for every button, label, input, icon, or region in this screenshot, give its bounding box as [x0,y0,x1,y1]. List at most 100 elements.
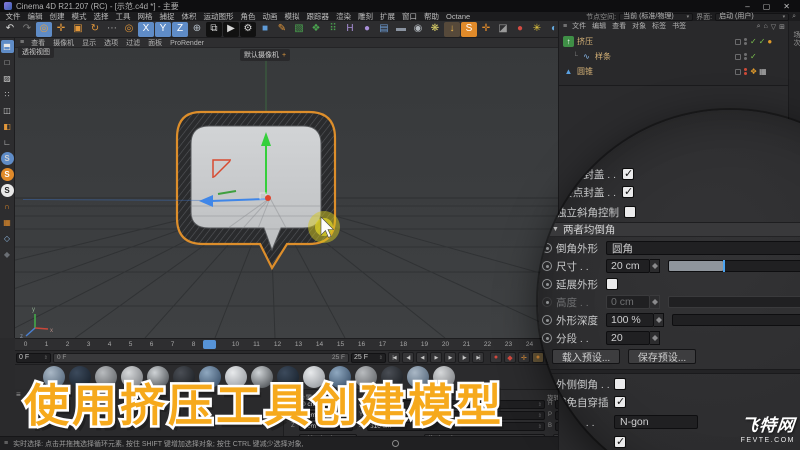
enabled-check-icon[interactable]: ✓ [759,37,766,46]
floor-icon[interactable]: ▬ [393,22,409,37]
next-frame-button[interactable]: ▶ [443,352,456,363]
om-burger-icon[interactable]: ≡ [563,23,567,30]
enabled-check-icon[interactable]: ✓ [750,37,757,46]
menu-item[interactable]: 工具 [112,12,134,21]
previous-frame-button[interactable]: ◀ [415,352,428,363]
play-button[interactable]: ▶ [429,352,442,363]
bevel-shape-dropdown[interactable]: 圆角 [606,241,800,255]
viewport-menu-item[interactable]: 过滤 [122,40,144,47]
ngon-type-dropdown[interactable]: N-gon [614,415,698,429]
size-field[interactable]: 20 cm [606,259,650,273]
om-menu-item[interactable]: 对象 [629,22,649,31]
x-axis-lock-icon[interactable]: X [138,21,154,37]
workplane-tool-icon[interactable]: ◪ [495,22,511,37]
om-menu-item[interactable]: 标签 [649,22,669,31]
layer-square[interactable] [735,53,741,60]
menu-item[interactable]: 捕捉 [156,12,178,21]
enabled-check-icon[interactable]: ✓ [750,52,757,61]
camera-icon[interactable]: ◉ [410,22,426,37]
depth-stepper[interactable] [654,313,664,327]
om-filter-icon[interactable]: ▽ [771,23,776,31]
render-picture-viewer-icon[interactable]: ▶ [223,21,239,37]
previous-key-button[interactable]: ◀| [401,352,414,363]
cloner-icon[interactable]: ⠿ [325,22,341,37]
spline-pen-icon[interactable]: ✎ [274,22,290,37]
object-row-extrude[interactable]: ↑ 挤压 ✓ ✓ ● [563,34,798,49]
bevel-section-header[interactable]: ▼ 两者均倒角 [538,222,800,237]
lock-workplane-icon[interactable]: ◆ [1,248,14,261]
object-row-cone[interactable]: ▲ 圆锥 ❖ ▦ [563,64,798,79]
last-tool-icon[interactable]: ⋯ [104,22,120,37]
om-menu-item[interactable]: 文件 [569,22,589,31]
camera-label[interactable]: 默认摄像机 + [240,49,291,61]
om-home-icon[interactable]: ⌂ [764,23,768,31]
enable-axis-icon[interactable]: ∟ [1,136,14,149]
menu-item[interactable]: 编辑 [24,12,46,21]
next-key-button[interactable]: |▶ [457,352,470,363]
current-frame-field[interactable]: 0 F ⇕ [16,352,51,363]
undo-icon[interactable]: ↶ [2,22,18,37]
polygon-mode-icon[interactable]: ◧ [1,120,14,133]
tag-icon[interactable]: ❖ [750,67,757,76]
viewport-menu-item[interactable]: 面板 [144,40,166,47]
point-mode-icon[interactable]: ∷ [1,88,14,101]
active-tool-icon[interactable]: ↓ [444,21,460,37]
render-view-icon[interactable]: ⧉ [206,21,222,37]
object-row-spline[interactable]: └ ∿ 样条 ✓ [563,49,798,64]
redo-icon[interactable]: ↷ [19,22,35,37]
depth-slider[interactable] [672,314,800,326]
menu-item[interactable]: Octane [443,12,474,21]
partial-checkbox[interactable] [614,435,626,448]
search-icon[interactable]: ⌕ [792,13,796,21]
viewport-menu-item[interactable]: ProRender [166,40,208,47]
status-burger-icon[interactable]: ≡ [4,440,8,447]
nodespace-dropdown[interactable]: 当前 (标准/物理) [619,12,694,21]
y-axis-lock-icon[interactable]: Y [155,21,171,37]
keyframe-position-button[interactable]: ✛ [517,352,530,363]
record-keyframe-button[interactable]: ● [489,352,502,363]
depth-field[interactable]: 100 % [606,313,654,327]
frame-range-slider[interactable]: 0 F 25 F [52,352,349,363]
coordinate-system-icon[interactable]: ⊕ [189,22,205,37]
view-label[interactable]: 透视视图 [18,46,54,58]
om-search-icon[interactable]: ⌕ [757,23,761,31]
end-frame-field[interactable]: 25 F ⇕ [351,352,386,363]
texture-tag-icon[interactable]: ▦ [759,67,767,76]
menu-item[interactable]: 角色 [237,12,259,21]
size-slider[interactable] [668,260,800,272]
side-tab[interactable]: 场次 [791,31,800,47]
sculpt-icon[interactable]: S [461,21,477,37]
size-stepper[interactable] [650,259,660,273]
scale-icon[interactable]: ▣ [70,22,86,37]
menu-item[interactable]: 创建 [46,12,68,21]
extend-shape-checkbox[interactable] [606,278,618,290]
om-menu-item[interactable]: 编辑 [589,22,609,31]
material-menu-icon[interactable]: ≡ [16,390,21,399]
deformer-icon[interactable]: ▤ [376,22,392,37]
segments-stepper[interactable] [650,331,660,345]
go-to-start-button[interactable]: |◀ [387,352,400,363]
quantize-icon[interactable]: ▦ [1,216,14,229]
symmetry-icon[interactable]: H [342,22,358,37]
primitive-cube-icon[interactable]: ■ [257,22,273,37]
save-preset-button[interactable]: 保存预设... [628,348,696,364]
texture-mode-icon[interactable]: ▨ [1,72,14,85]
independent-bevel-checkbox[interactable] [624,206,636,218]
light-icon[interactable]: ❋ [427,22,443,37]
viewport-canvas[interactable]: y x z [15,48,558,338]
layer-square[interactable] [735,38,741,45]
timeline-ruler[interactable]: 0123456789101112131415161718192021222324… [15,338,558,350]
height-slider[interactable] [668,296,800,308]
generator-icon[interactable]: ❖ [308,22,324,37]
avoid-self-intersection-checkbox[interactable] [614,395,626,408]
octane-ipr-icon[interactable]: ✳ [529,22,545,37]
minimize-button[interactable]: – [745,2,749,11]
maximize-button[interactable]: ▢ [763,2,771,11]
edge-mode-icon[interactable]: ◫ [1,104,14,117]
layout-dropdown[interactable]: 启动 (用户) [715,12,790,21]
autokey-button[interactable]: ◆ [503,352,516,363]
cap-start-checkbox[interactable] [622,167,634,180]
move-icon[interactable]: ✛ [53,22,69,37]
viewport-menu-item[interactable]: 摄像机 [49,40,78,47]
menu-item[interactable]: 窗口 [399,12,421,21]
